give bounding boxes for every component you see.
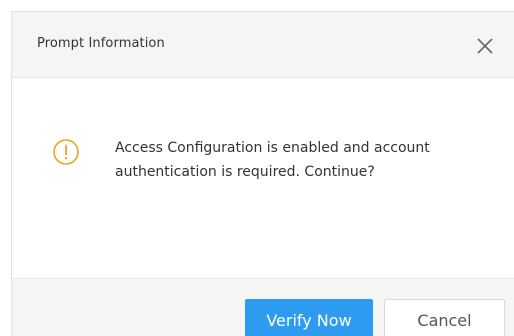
cancel-button[interactable]: Cancel [384,299,505,336]
prompt-dialog: Prompt Information Access Configuration … [11,11,514,336]
close-icon[interactable] [474,35,496,57]
dialog-footer: Verify Now Cancel [12,278,514,336]
warning-circle-icon [52,138,80,166]
dialog-message: Access Configuration is enabled and acco… [115,140,430,180]
dialog-body: Access Configuration is enabled and acco… [12,78,514,278]
dialog-title: Prompt Information [37,36,165,51]
dialog-header: Prompt Information [12,12,514,78]
verify-now-button[interactable]: Verify Now [245,299,373,336]
